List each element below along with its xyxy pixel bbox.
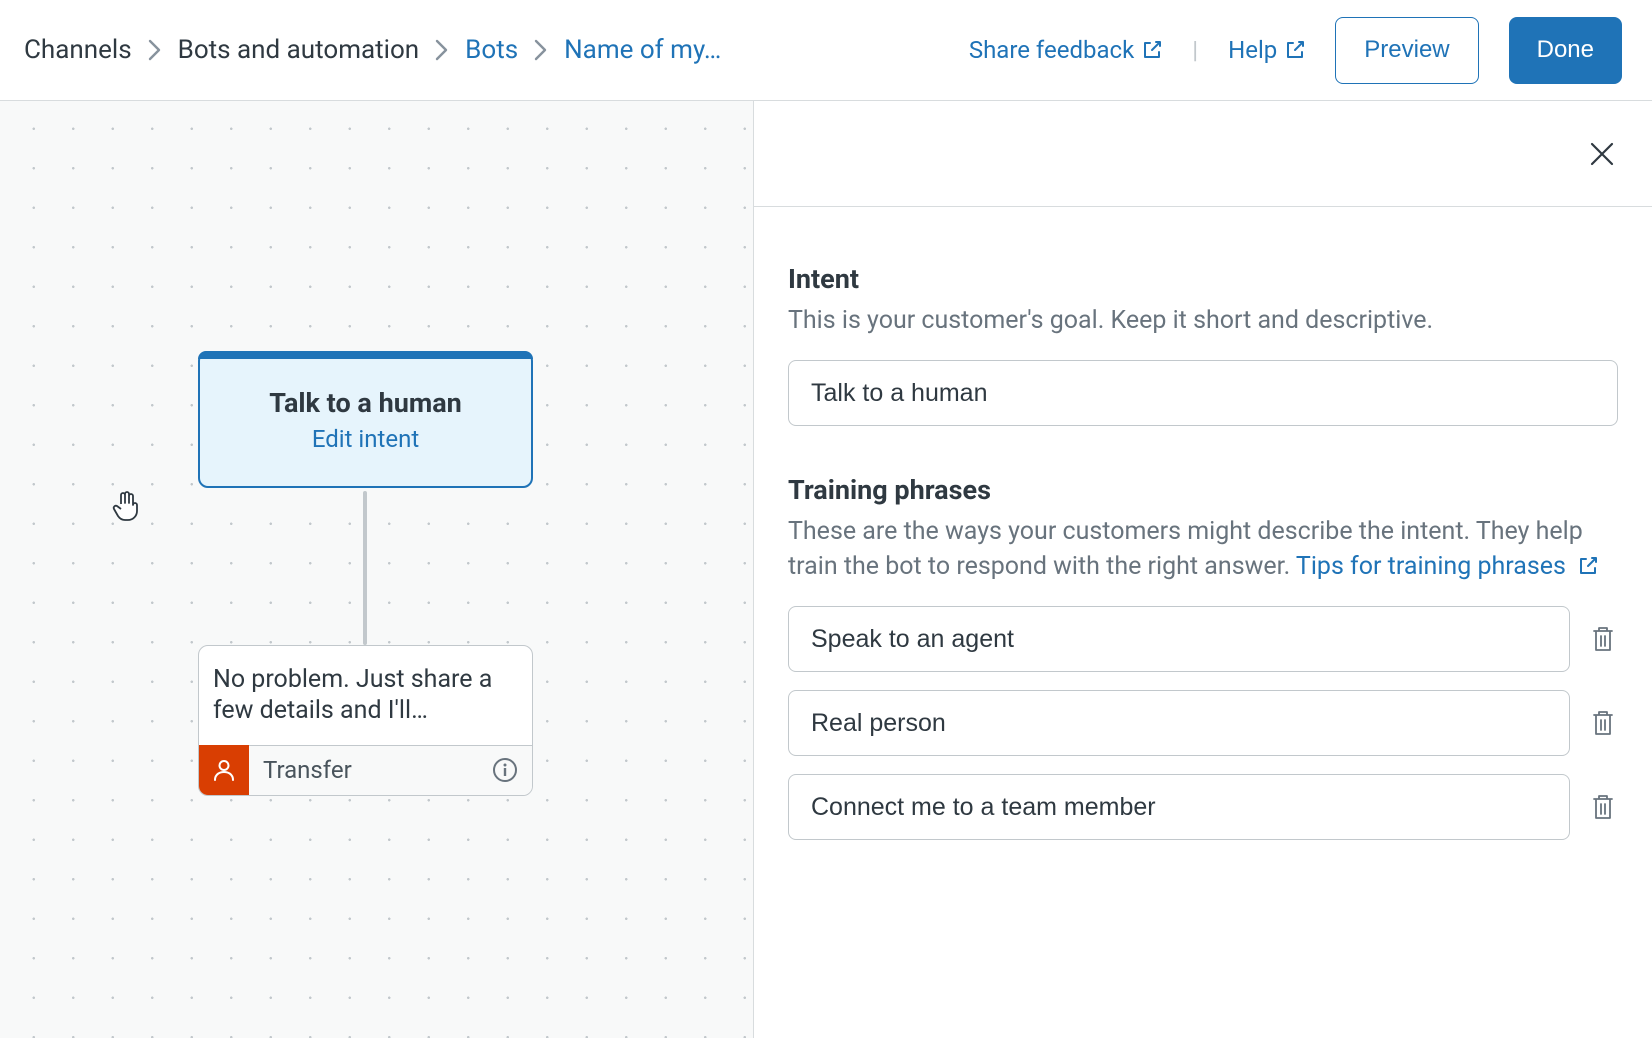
chevron-right-icon xyxy=(435,39,449,61)
breadcrumb-channels[interactable]: Channels xyxy=(24,35,132,65)
person-icon xyxy=(199,745,249,795)
training-phrase-input[interactable] xyxy=(788,690,1570,756)
message-node-text: No problem. Just share a few details and… xyxy=(199,646,532,745)
share-feedback-link[interactable]: Share feedback xyxy=(969,36,1162,64)
intent-input[interactable] xyxy=(788,360,1618,426)
main: Talk to a human Edit intent No problem. … xyxy=(0,101,1652,1038)
tips-link[interactable]: Tips for training phrases xyxy=(1296,552,1598,581)
flow-canvas[interactable]: Talk to a human Edit intent No problem. … xyxy=(0,101,753,1038)
help-link[interactable]: Help xyxy=(1228,36,1305,64)
training-phrase-row xyxy=(788,774,1618,840)
share-feedback-label: Share feedback xyxy=(969,36,1134,64)
transfer-label: Transfer xyxy=(249,756,492,784)
chevron-right-icon xyxy=(534,39,548,61)
external-link-icon xyxy=(1285,40,1305,60)
done-button[interactable]: Done xyxy=(1509,17,1622,84)
divider: | xyxy=(1192,36,1198,64)
header-actions: Share feedback | Help Preview Done xyxy=(969,17,1622,84)
training-phrase-input[interactable] xyxy=(788,606,1570,672)
close-button[interactable] xyxy=(1588,140,1616,168)
intent-node[interactable]: Talk to a human Edit intent xyxy=(198,351,533,488)
header: Channels Bots and automation Bots Name o… xyxy=(0,0,1652,101)
intent-side-panel: Intent This is your customer's goal. Kee… xyxy=(753,101,1652,1038)
breadcrumb: Channels Bots and automation Bots Name o… xyxy=(24,35,721,65)
delete-phrase-button[interactable] xyxy=(1588,709,1618,737)
delete-phrase-button[interactable] xyxy=(1588,793,1618,821)
panel-body: Intent This is your customer's goal. Kee… xyxy=(754,207,1652,858)
training-phrase-row xyxy=(788,690,1618,756)
help-label: Help xyxy=(1228,36,1277,64)
training-phrases-description: These are the ways your customers might … xyxy=(788,514,1618,584)
edit-intent-link[interactable]: Edit intent xyxy=(312,425,419,453)
message-node[interactable]: No problem. Just share a few details and… xyxy=(198,645,533,796)
chevron-right-icon xyxy=(148,39,162,61)
intent-node-title: Talk to a human xyxy=(269,387,462,419)
panel-header xyxy=(754,101,1652,207)
preview-button[interactable]: Preview xyxy=(1335,17,1478,84)
connector-line xyxy=(363,491,367,645)
intent-heading: Intent xyxy=(788,263,1618,295)
breadcrumb-bots-automation[interactable]: Bots and automation xyxy=(178,35,420,65)
external-link-icon xyxy=(1142,40,1162,60)
breadcrumb-current[interactable]: Name of my… xyxy=(564,35,721,65)
hand-cursor-icon xyxy=(112,489,142,523)
info-icon[interactable] xyxy=(492,757,532,783)
breadcrumb-bots[interactable]: Bots xyxy=(465,35,518,65)
training-phrase-input[interactable] xyxy=(788,774,1570,840)
intent-description: This is your customer's goal. Keep it sh… xyxy=(788,303,1618,338)
message-node-footer: Transfer xyxy=(199,745,532,795)
training-phrase-row xyxy=(788,606,1618,672)
delete-phrase-button[interactable] xyxy=(1588,625,1618,653)
training-phrases-heading: Training phrases xyxy=(788,474,1618,506)
